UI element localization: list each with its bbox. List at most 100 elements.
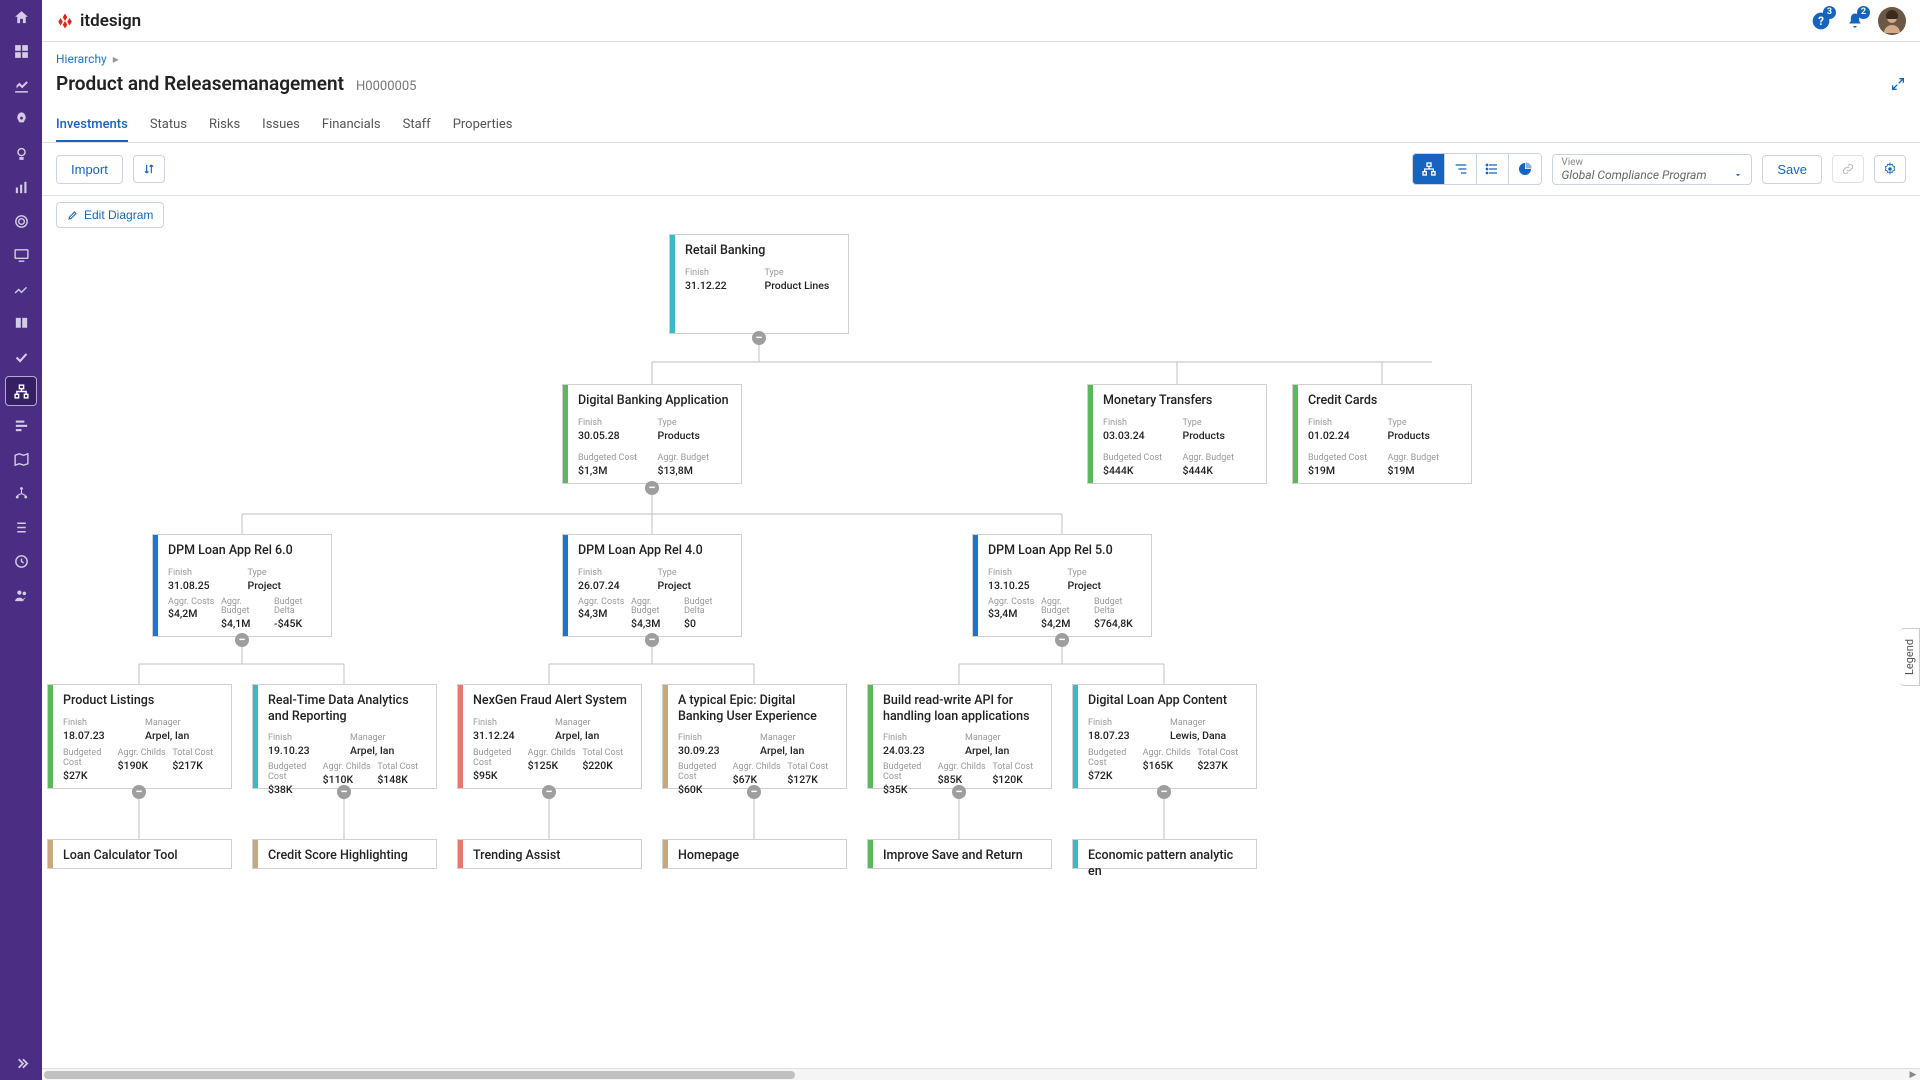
node-title: Credit Score Highlighting (268, 848, 426, 864)
chevron-down-icon (1733, 170, 1743, 180)
node-cc[interactable]: Credit Cards Finish01.02.24 TypeProducts… (1292, 384, 1472, 484)
collapse-toggle[interactable]: − (752, 331, 766, 345)
sidebar-item-home[interactable] (0, 0, 42, 34)
legend-tab[interactable]: Legend (1900, 628, 1920, 686)
node-child-rtda[interactable]: Credit Score Highlighting (252, 839, 437, 869)
node-title: Build read-write API for handling loan a… (883, 693, 1041, 724)
node-title: Credit Cards (1308, 393, 1461, 409)
node-rel6[interactable]: DPM Loan App Rel 6.0 Finish31.08.25 Type… (152, 534, 332, 637)
sidebar-item-analytics[interactable] (0, 68, 42, 102)
bell-icon[interactable]: 2 (1844, 10, 1866, 32)
node-title: Product Listings (63, 693, 221, 709)
collapse-toggle[interactable]: − (747, 785, 761, 799)
sidebar-expand[interactable] (0, 1046, 42, 1080)
scroll-right-icon[interactable]: ▶ (1906, 1069, 1920, 1080)
node-child-pl[interactable]: Loan Calculator Tool (47, 839, 232, 869)
view-selector[interactable]: View Global Compliance Program (1552, 154, 1752, 185)
node-title: Loan Calculator Tool (63, 848, 221, 864)
node-nxg[interactable]: NexGen Fraud Alert System Finish31.12.24… (457, 684, 642, 789)
sidebar-item-dashboard[interactable] (0, 34, 42, 68)
tabs: Investments Status Risks Issues Financia… (42, 109, 1920, 143)
view-indent-icon[interactable] (1445, 154, 1477, 184)
collapse-toggle[interactable]: − (337, 785, 351, 799)
notif-badge: 2 (1857, 6, 1870, 19)
view-tree-icon[interactable] (1413, 154, 1445, 184)
sort-button[interactable] (133, 155, 165, 183)
collapse-toggle[interactable]: − (542, 785, 556, 799)
sidebar-item-monitor[interactable] (0, 238, 42, 272)
settings-button[interactable] (1874, 155, 1906, 183)
view-list-icon[interactable] (1477, 154, 1509, 184)
node-child-dlac[interactable]: Economic pattern analytic en (1072, 839, 1257, 869)
sidebar-item-target[interactable] (0, 204, 42, 238)
sidebar-item-list[interactable] (0, 510, 42, 544)
toolbar: Import View Global Compliance Program Sa… (42, 143, 1920, 196)
sidebar-item-book[interactable] (0, 306, 42, 340)
node-title: Improve Save and Return (883, 848, 1041, 864)
sidebar-item-rocket[interactable] (0, 102, 42, 136)
sidebar-item-plan[interactable] (0, 408, 42, 442)
sidebar-item-trend[interactable] (0, 272, 42, 306)
collapse-toggle[interactable]: − (645, 633, 659, 647)
node-retail[interactable]: Retail Banking Finish31.12.22 TypeProduc… (669, 234, 849, 334)
collapse-toggle[interactable]: − (1157, 785, 1171, 799)
collapse-toggle[interactable]: − (235, 633, 249, 647)
node-dlac[interactable]: Digital Loan App Content Finish18.07.23 … (1072, 684, 1257, 789)
sidebar-item-map[interactable] (0, 442, 42, 476)
sidebar-item-bars[interactable] (0, 170, 42, 204)
edit-diagram-button[interactable]: Edit Diagram (56, 202, 164, 228)
breadcrumb-root[interactable]: Hierarchy (56, 52, 107, 66)
page-title: Product and Releasemanagement (56, 72, 344, 95)
tab-issues[interactable]: Issues (262, 109, 300, 142)
collapse-toggle[interactable]: − (132, 785, 146, 799)
node-child-api[interactable]: Improve Save and Return (867, 839, 1052, 869)
horizontal-scrollbar[interactable]: ◀ ▶ (42, 1068, 1920, 1080)
node-epic[interactable]: A typical Epic: Digital Banking User Exp… (662, 684, 847, 789)
view-label: View (1561, 157, 1743, 168)
collapse-toggle[interactable]: − (952, 785, 966, 799)
tab-risks[interactable]: Risks (209, 109, 240, 142)
node-pl[interactable]: Product Listings Finish18.07.23 ManagerA… (47, 684, 232, 789)
breadcrumb: Hierarchy ▸ (56, 52, 1906, 66)
node-child-epic[interactable]: Homepage (662, 839, 847, 869)
avatar[interactable] (1878, 7, 1906, 35)
node-rel5[interactable]: DPM Loan App Rel 5.0 Finish13.10.25 Type… (972, 534, 1152, 637)
sidebar-item-time[interactable] (0, 544, 42, 578)
canvas[interactable]: Retail Banking Finish31.12.22 TypeProduc… (42, 234, 1920, 1080)
node-child-nxg[interactable]: Trending Assist (457, 839, 642, 869)
import-button[interactable]: Import (56, 155, 123, 184)
node-dba[interactable]: Digital Banking Application Finish30.05.… (562, 384, 742, 484)
sidebar-item-org[interactable] (0, 476, 42, 510)
node-title: A typical Epic: Digital Banking User Exp… (678, 693, 836, 724)
node-rel4[interactable]: DPM Loan App Rel 4.0 Finish26.07.24 Type… (562, 534, 742, 637)
node-rtda[interactable]: Real-Time Data Analytics and Reporting F… (252, 684, 437, 789)
node-title: Retail Banking (685, 243, 838, 259)
collapse-toggle[interactable]: − (1055, 633, 1069, 647)
help-icon[interactable]: ? 3 (1810, 10, 1832, 32)
tab-staff[interactable]: Staff (403, 109, 431, 142)
node-api[interactable]: Build read-write API for handling loan a… (867, 684, 1052, 789)
expand-icon[interactable] (1890, 76, 1906, 96)
tab-investments[interactable]: Investments (56, 109, 128, 142)
help-badge: 3 (1823, 6, 1836, 19)
node-title: Real-Time Data Analytics and Reporting (268, 693, 426, 724)
collapse-toggle[interactable]: − (645, 481, 659, 495)
save-button[interactable]: Save (1762, 155, 1822, 184)
tab-properties[interactable]: Properties (453, 109, 513, 142)
link-button[interactable] (1832, 155, 1864, 183)
sidebar-item-check[interactable] (0, 340, 42, 374)
sidebar-item-people[interactable] (0, 578, 42, 612)
sub-toolbar: Edit Diagram (42, 196, 1920, 234)
node-title: Digital Banking Application (578, 393, 731, 409)
logo-icon (56, 12, 74, 30)
sidebar-item-ideas[interactable] (0, 136, 42, 170)
node-title: DPM Loan App Rel 4.0 (578, 543, 731, 559)
view-pie-icon[interactable] (1509, 154, 1541, 184)
sidebar-item-hierarchy[interactable] (5, 376, 37, 406)
node-mt[interactable]: Monetary Transfers Finish03.03.24 TypePr… (1087, 384, 1267, 484)
scroll-thumb[interactable] (44, 1071, 795, 1079)
brand-name: itdesign (80, 11, 141, 31)
view-toggle (1412, 153, 1542, 185)
tab-status[interactable]: Status (150, 109, 187, 142)
tab-financials[interactable]: Financials (322, 109, 381, 142)
